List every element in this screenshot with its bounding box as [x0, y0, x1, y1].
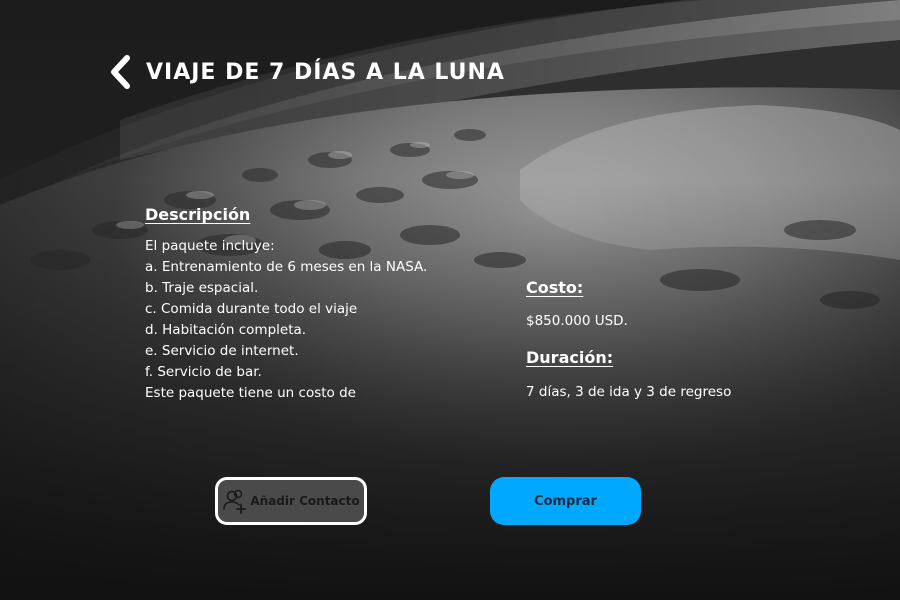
page-header: Viaje de 7 días a la luna: [106, 52, 505, 92]
description-heading: Descripción: [145, 205, 251, 224]
buy-label: Comprar: [534, 493, 597, 509]
screen: Viaje de 7 días a la luna Descripción El…: [0, 0, 900, 600]
description-line: Este paquete tiene un costo de: [145, 385, 356, 401]
add-contact-button[interactable]: Añadir Contacto: [215, 477, 367, 525]
description-line: c. Comida durante todo el viaje: [145, 301, 358, 317]
duration-heading: Duración:: [526, 348, 614, 367]
description-line: e. Servicio de internet.: [145, 343, 299, 359]
cost-heading: Costo:: [526, 278, 584, 297]
add-user-icon: [223, 489, 247, 514]
back-button[interactable]: [106, 53, 134, 91]
add-contact-label: Añadir Contacto: [250, 494, 360, 508]
duration-value: 7 días, 3 de ida y 3 de regreso: [526, 384, 732, 400]
description-line: d. Habitación completa.: [145, 322, 307, 338]
description-line: El paquete incluye:: [145, 238, 275, 254]
description-line: b. Traje espacial.: [145, 280, 259, 296]
buy-button[interactable]: Comprar: [490, 477, 641, 525]
page-title: Viaje de 7 días a la luna: [146, 59, 505, 85]
cost-value: $850.000 USD.: [526, 313, 628, 329]
description-list: El paquete incluye: a. Entrenamiento de …: [145, 236, 427, 404]
description-line: f. Servicio de bar.: [145, 364, 262, 380]
chevron-left-icon: [111, 55, 130, 89]
description-line: a. Entrenamiento de 6 meses en la NASA.: [145, 259, 428, 275]
